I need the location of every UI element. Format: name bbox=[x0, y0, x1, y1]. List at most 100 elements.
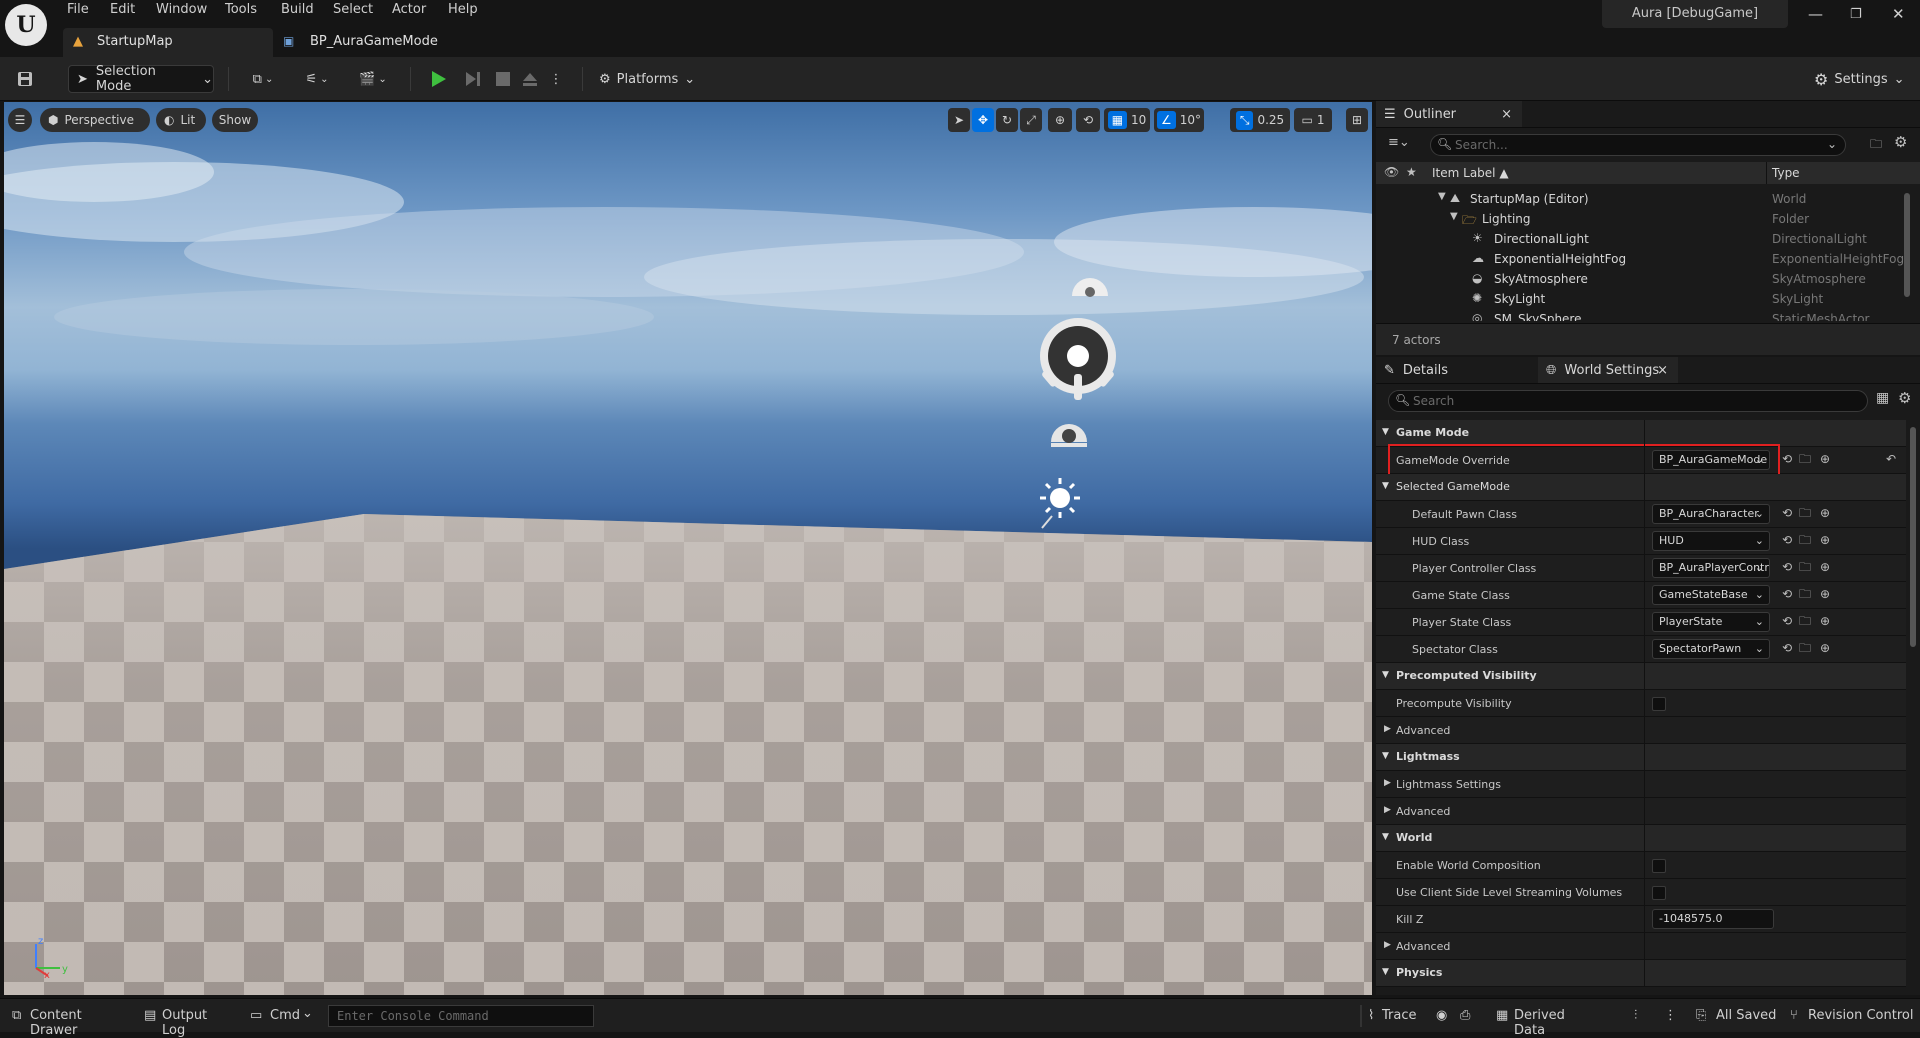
table-view-icon[interactable]: ▦ bbox=[1876, 390, 1889, 406]
use-selected-icon[interactable]: ⟲ bbox=[1780, 560, 1794, 574]
gear-icon[interactable]: ⚙ bbox=[1894, 133, 1907, 151]
browse-icon[interactable]: 🗀 bbox=[1798, 614, 1812, 628]
browse-icon[interactable]: 🗀 bbox=[1798, 452, 1812, 466]
use-selected-icon[interactable]: ⟲ bbox=[1780, 587, 1794, 601]
lit-button[interactable]: ◐ Lit bbox=[156, 108, 206, 132]
settings-button[interactable]: ⚙ Settings ⌄ bbox=[1814, 65, 1906, 93]
trace-button[interactable]: ⌇ Trace bbox=[1366, 1005, 1430, 1027]
tab-bp-auragamemode[interactable]: ▣ BP_AuraGameMode bbox=[283, 28, 453, 57]
outliner-row[interactable]: ▼ ⛰ StartupMap (Editor) World bbox=[1376, 189, 1896, 209]
add-actor-button[interactable]: ⧉ ⌄ bbox=[242, 65, 284, 93]
menu-window[interactable]: Window bbox=[156, 2, 207, 17]
use-selected-icon[interactable]: ⟲ bbox=[1780, 533, 1794, 547]
details-search[interactable]: 🔍︎ Search bbox=[1388, 390, 1868, 412]
add-icon[interactable]: ⊕ bbox=[1818, 452, 1832, 466]
sky-atmosphere-icon[interactable] bbox=[1068, 274, 1112, 298]
property-combo[interactable]: GameStateBase ⌄ bbox=[1652, 585, 1770, 605]
section-world[interactable]: ▼ World bbox=[1376, 825, 1906, 852]
gear-icon[interactable]: ⚙ bbox=[1898, 389, 1911, 407]
expand-arrow-icon[interactable]: ▼ bbox=[1438, 191, 1446, 202]
expand-arrow-icon[interactable]: ▼ bbox=[1450, 211, 1458, 222]
section-selected-gamemode[interactable]: ▼ Selected GameMode bbox=[1376, 474, 1906, 501]
section-physics[interactable]: ▼ Physics bbox=[1376, 960, 1906, 987]
advanced-row[interactable]: ▶ Advanced bbox=[1376, 798, 1906, 825]
advance-frame-button[interactable] bbox=[461, 65, 485, 93]
close-tab-icon[interactable]: × bbox=[1657, 363, 1668, 378]
details-scrollbar[interactable] bbox=[1910, 427, 1916, 647]
platforms-button[interactable]: ⚙ Platforms ⌄ bbox=[597, 65, 695, 93]
kill-z-input[interactable]: -1048575.0 bbox=[1652, 909, 1774, 929]
world-space-icon[interactable]: ⊕ bbox=[1048, 108, 1072, 132]
menu-tools[interactable]: Tools bbox=[225, 2, 257, 17]
add-icon[interactable]: ⊕ bbox=[1818, 506, 1832, 520]
output-log-button[interactable]: ▤ Output Log bbox=[138, 1005, 234, 1038]
grid-snap-toggle[interactable]: ▦ 10 bbox=[1104, 108, 1150, 132]
level-viewport[interactable]: z x y ☰ ⬢ Perspective ◐ Lit Show ➤ ✥ ↻ ⤢… bbox=[4, 102, 1372, 995]
scale-icon[interactable]: ⤢ bbox=[1020, 108, 1042, 132]
outliner-row[interactable]: ☁ ExponentialHeightFog ExponentialHeight… bbox=[1376, 249, 1904, 269]
menu-edit[interactable]: Edit bbox=[110, 2, 135, 17]
more-options-icon[interactable]: ⋮ bbox=[1664, 1008, 1677, 1023]
stats-icon[interactable]: ⫶ bbox=[1634, 1008, 1637, 1023]
add-icon[interactable]: ⊕ bbox=[1818, 560, 1832, 574]
camera-speed-button[interactable]: ▭ 1 bbox=[1294, 108, 1332, 132]
section-lightmass[interactable]: ▼ Lightmass bbox=[1376, 744, 1906, 771]
unreal-logo-icon[interactable]: U bbox=[5, 4, 47, 46]
rotate-icon[interactable]: ↻ bbox=[996, 108, 1018, 132]
advanced-row[interactable]: ▶ Advanced bbox=[1376, 933, 1906, 960]
property-combo[interactable]: HUD ⌄ bbox=[1652, 531, 1770, 551]
translate-icon[interactable]: ✥ bbox=[972, 108, 994, 132]
use-selected-icon[interactable]: ⟲ bbox=[1780, 641, 1794, 655]
use-selected-icon[interactable]: ⟲ bbox=[1780, 506, 1794, 520]
viewport-layout-icon[interactable]: ⊞ bbox=[1346, 108, 1368, 132]
lightmass-settings-row[interactable]: ▶ Lightmass Settings bbox=[1376, 771, 1906, 798]
revision-control-button[interactable]: ⑂ Revision Control bbox=[1788, 1005, 1918, 1027]
stop-button[interactable] bbox=[491, 65, 515, 93]
use-selected-icon[interactable]: ⟲ bbox=[1780, 614, 1794, 628]
save-icon[interactable] bbox=[12, 65, 38, 93]
property-combo[interactable]: BP_AuraCharacter ⌄ bbox=[1652, 504, 1770, 524]
scale-snap-toggle[interactable]: ⤡ 0.25 bbox=[1230, 108, 1290, 132]
add-icon[interactable]: ⊕ bbox=[1818, 587, 1832, 601]
tab-startupmap[interactable]: ▲ StartupMap bbox=[63, 28, 273, 57]
filter-icon[interactable]: ≡⌄ bbox=[1388, 135, 1410, 150]
play-button[interactable] bbox=[427, 65, 451, 93]
outliner-row[interactable]: ✺ SkyLight SkyLight bbox=[1376, 289, 1896, 309]
property-combo[interactable]: BP_AuraPlayerController⌄ bbox=[1652, 558, 1770, 578]
menu-actor[interactable]: Actor bbox=[392, 2, 426, 17]
menu-build[interactable]: Build bbox=[281, 2, 314, 17]
play-options-icon[interactable]: ⋮ bbox=[548, 65, 564, 93]
browse-icon[interactable]: 🗀 bbox=[1798, 506, 1812, 520]
selection-mode-dropdown[interactable]: ➤ Selection Mode ⌄ bbox=[68, 64, 214, 94]
select-cursor-icon[interactable]: ➤ bbox=[948, 108, 970, 132]
menu-help[interactable]: Help bbox=[448, 2, 478, 17]
property-combo[interactable]: PlayerState ⌄ bbox=[1652, 612, 1770, 632]
console-input[interactable]: Enter Console Command bbox=[328, 1005, 594, 1027]
visibility-eye-icon[interactable]: 👁︎ bbox=[1384, 165, 1399, 179]
browse-icon[interactable]: 🗀 bbox=[1798, 533, 1812, 547]
add-icon[interactable]: ⊕ bbox=[1818, 533, 1832, 547]
restore-icon[interactable]: ❐ bbox=[1850, 7, 1862, 22]
close-window-icon[interactable]: ✕ bbox=[1892, 5, 1905, 23]
tab-details[interactable]: ✎ Details bbox=[1376, 357, 1536, 383]
record-icon[interactable]: ◉ bbox=[1436, 1008, 1447, 1023]
add-icon[interactable]: ⊕ bbox=[1818, 641, 1832, 655]
outliner-search[interactable]: 🔍︎ Search... ⌄ bbox=[1430, 134, 1846, 156]
column-splitter[interactable] bbox=[1644, 420, 1645, 987]
browse-icon[interactable]: 🗀 bbox=[1798, 560, 1812, 574]
all-saved-button[interactable]: ⎘ All Saved bbox=[1692, 1005, 1786, 1027]
outliner-row[interactable]: ◒ SkyAtmosphere SkyAtmosphere bbox=[1376, 269, 1896, 289]
outliner-row[interactable]: ☀ DirectionalLight DirectionalLight bbox=[1376, 229, 1896, 249]
rotation-snap-toggle[interactable]: ∠ 10° bbox=[1154, 108, 1204, 132]
outliner-row[interactable]: ◎ SM_SkySphere StaticMeshActor bbox=[1376, 309, 1896, 321]
eject-button[interactable] bbox=[518, 65, 542, 93]
precompute-visibility-checkbox[interactable] bbox=[1652, 697, 1666, 711]
enable-world-composition-checkbox[interactable] bbox=[1652, 859, 1666, 873]
add-icon[interactable]: ⊕ bbox=[1818, 614, 1832, 628]
sky-light-icon[interactable] bbox=[1034, 476, 1082, 530]
section-game-mode[interactable]: ▼ Game Mode bbox=[1376, 420, 1906, 447]
content-drawer-button[interactable]: ⧉ Content Drawer bbox=[8, 1005, 130, 1038]
show-button[interactable]: Show bbox=[212, 108, 258, 132]
menu-select[interactable]: Select bbox=[333, 2, 373, 17]
surface-snap-icon[interactable]: ⟲ bbox=[1076, 108, 1100, 132]
